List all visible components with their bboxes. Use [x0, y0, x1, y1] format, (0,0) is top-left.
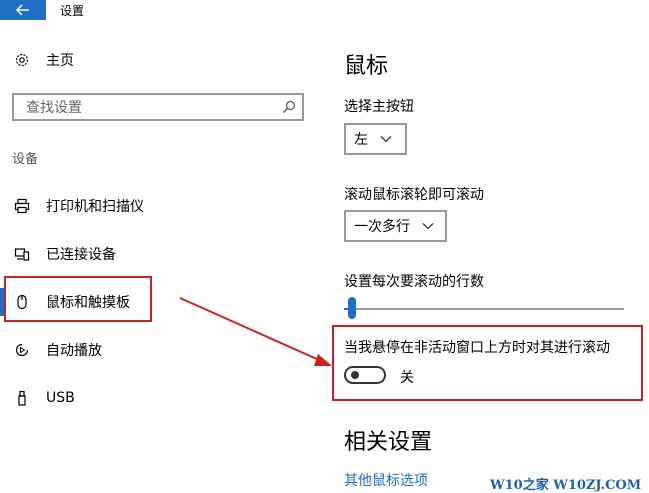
sidebar-item-autoplay[interactable]: 自动播放: [14, 338, 102, 362]
chevron-down-icon: [422, 222, 434, 230]
scroll-lines-slider-track[interactable]: [344, 308, 624, 310]
window-title: 设置: [60, 4, 85, 18]
dropdown-value: 左: [354, 132, 368, 148]
sidebar-item-label: USB: [46, 390, 75, 406]
dropdown-value: 一次多行: [354, 219, 410, 235]
primary-button-label: 选择主按钮: [344, 99, 414, 115]
autoplay-icon: [15, 343, 29, 357]
gear-icon: [15, 53, 29, 67]
annotation-arrow: [179, 297, 332, 366]
primary-button-dropdown[interactable]: 左: [344, 123, 407, 155]
other-mouse-options-link[interactable]: 其他鼠标选项: [344, 470, 428, 490]
printer-icon: [14, 198, 30, 214]
chevron-down-icon: [380, 135, 392, 143]
sidebar-item-label: 主页: [46, 53, 74, 69]
title-bar: 设置: [0, 0, 649, 20]
sidebar-item-home[interactable]: 主页: [14, 50, 74, 70]
devices-icon: [14, 248, 30, 261]
scroll-lines-label: 设置每次要滚动的行数: [344, 274, 484, 290]
related-settings-heading: 相关设置: [344, 430, 433, 455]
search-icon: [283, 100, 296, 113]
sidebar-item-printers[interactable]: 打印机和扫描仪: [14, 194, 144, 218]
annotation-box-setting: [332, 325, 643, 401]
sidebar-item-usb[interactable]: USB: [14, 386, 75, 410]
sidebar-item-label: 自动播放: [46, 343, 102, 359]
sidebar-item-connected-devices[interactable]: 已连接设备: [14, 242, 116, 266]
sidebar-item-label: 打印机和扫描仪: [46, 199, 144, 215]
back-button[interactable]: [0, 0, 46, 20]
search-field[interactable]: [12, 93, 304, 121]
watermark: W10之家 W10ZJ.COM: [490, 478, 642, 493]
section-label: 设备: [12, 152, 39, 167]
page-title: 鼠标: [344, 54, 389, 79]
scroll-lines-slider-thumb[interactable]: [348, 297, 357, 319]
search-input[interactable]: [24, 98, 278, 118]
scroll-mode-label: 滚动鼠标滚轮即可滚动: [344, 187, 484, 203]
back-arrow-icon: [16, 4, 29, 16]
usb-icon: [18, 390, 26, 406]
scroll-mode-dropdown[interactable]: 一次多行: [344, 210, 447, 242]
sidebar-item-label: 已连接设备: [46, 247, 116, 263]
annotation-box-sidebar: [4, 276, 152, 322]
